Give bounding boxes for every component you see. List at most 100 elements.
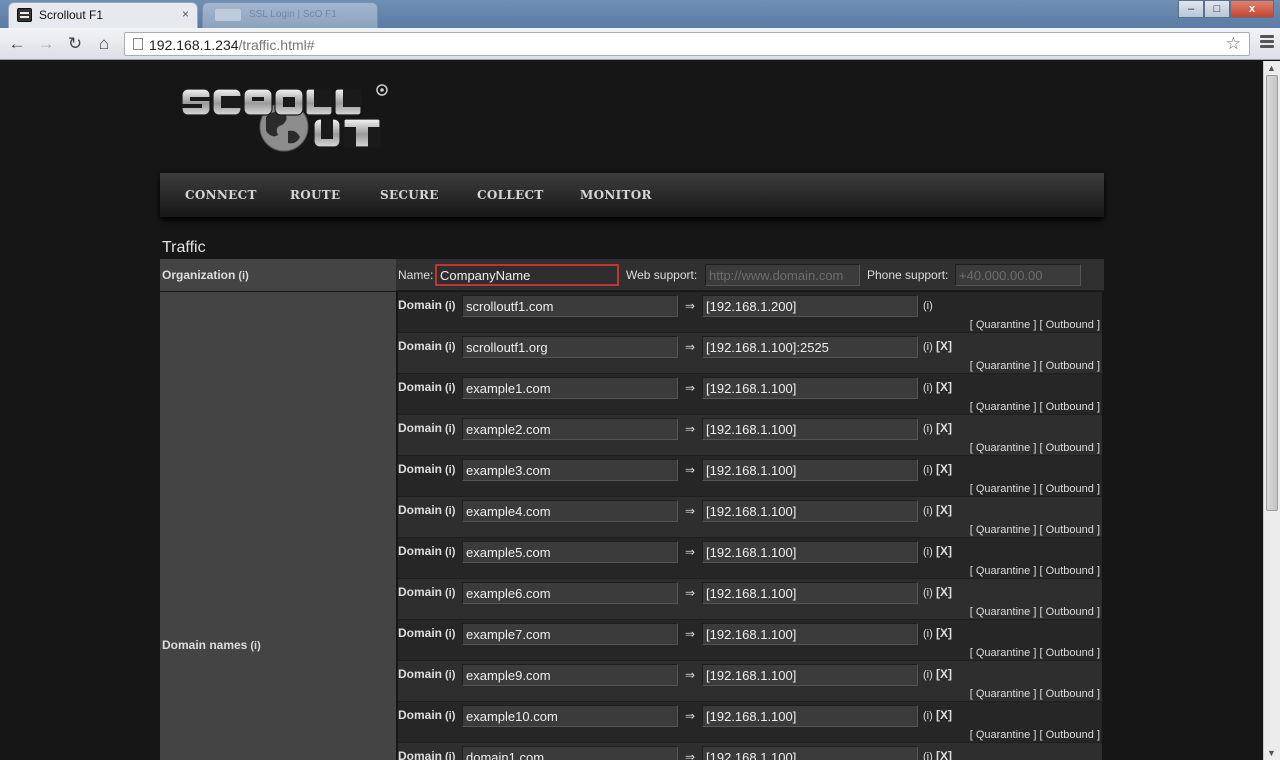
outbound-link[interactable]: [ Outbound ] [1039,360,1100,372]
phone-support-input[interactable] [955,264,1081,286]
delete-domain-button[interactable]: [X] [936,708,952,722]
domain-info-icon[interactable]: (i) [445,464,455,476]
outbound-link[interactable]: [ Outbound ] [1039,319,1100,331]
domain-name-input[interactable] [462,623,678,645]
web-support-input[interactable] [705,264,860,286]
target-info-icon[interactable]: (i) [923,587,933,599]
nav-secure[interactable]: SECURE [380,188,439,202]
close-window-button[interactable]: x [1230,0,1274,18]
domain-name-input[interactable] [462,746,678,760]
domain-info-icon[interactable]: (i) [445,546,455,558]
target-info-icon[interactable]: (i) [923,751,933,760]
forward-arrow-icon[interactable]: → [35,33,57,55]
outbound-link[interactable]: [ Outbound ] [1039,483,1100,495]
outbound-link[interactable]: [ Outbound ] [1039,606,1100,618]
chrome-menu-icon[interactable] [1260,35,1274,50]
domain-target-input[interactable] [702,336,918,358]
domain-info-icon[interactable]: (i) [445,423,455,435]
domain-info-icon[interactable]: (i) [445,505,455,517]
tab-background[interactable]: SSL Login | ScO F1 [202,2,378,28]
domain-target-input[interactable] [702,459,918,481]
domain-name-input[interactable] [462,705,678,727]
vertical-scrollbar[interactable]: ▲ ▼ [1263,61,1280,760]
domain-info-icon[interactable]: (i) [445,710,455,722]
quarantine-link[interactable]: [ Quarantine ] [970,565,1037,577]
delete-domain-button[interactable]: [X] [936,503,952,517]
target-info-icon[interactable]: (i) [923,382,933,394]
address-bar[interactable]: 192.168.1.234/traffic.html# ☆ [124,32,1250,56]
domain-target-input[interactable] [702,500,918,522]
bookmark-star-icon[interactable]: ☆ [1226,34,1241,54]
delete-domain-button[interactable]: [X] [936,626,952,640]
domain-target-input[interactable] [702,541,918,563]
domain-name-input[interactable] [462,664,678,686]
company-name-input[interactable] [435,264,619,286]
target-info-icon[interactable]: (i) [923,546,933,558]
scroll-down-icon[interactable]: ▼ [1267,748,1276,758]
delete-domain-button[interactable]: [X] [936,462,952,476]
nav-route[interactable]: ROUTE [290,188,340,202]
scroll-up-icon[interactable]: ▲ [1267,63,1276,73]
domain-info-icon[interactable]: (i) [445,669,455,681]
domain-name-input[interactable] [462,541,678,563]
outbound-link[interactable]: [ Outbound ] [1039,565,1100,577]
domain-info-icon[interactable]: (i) [445,341,455,353]
outbound-link[interactable]: [ Outbound ] [1039,401,1100,413]
domain-name-input[interactable] [462,459,678,481]
delete-domain-button[interactable]: [X] [936,749,952,760]
domain-target-input[interactable] [702,377,918,399]
reload-icon[interactable]: ↻ [64,33,86,55]
outbound-link[interactable]: [ Outbound ] [1039,524,1100,536]
target-info-icon[interactable]: (i) [923,423,933,435]
domain-target-input[interactable] [702,705,918,727]
minimize-button[interactable]: – [1178,0,1204,18]
quarantine-link[interactable]: [ Quarantine ] [970,729,1037,741]
target-info-icon[interactable]: (i) [923,669,933,681]
quarantine-link[interactable]: [ Quarantine ] [970,524,1037,536]
domain-info-icon[interactable]: (i) [445,382,455,394]
back-arrow-icon[interactable]: ← [6,33,28,55]
delete-domain-button[interactable]: [X] [936,380,952,394]
domain-names-info-icon[interactable]: (i) [250,640,260,652]
domain-info-icon[interactable]: (i) [445,751,455,760]
quarantine-link[interactable]: [ Quarantine ] [970,483,1037,495]
domain-target-input[interactable] [702,623,918,645]
outbound-link[interactable]: [ Outbound ] [1039,442,1100,454]
nav-monitor[interactable]: MONITOR [580,188,652,202]
organization-info-icon[interactable]: (i) [238,270,248,282]
delete-domain-button[interactable]: [X] [936,421,952,435]
domain-target-input[interactable] [702,746,918,760]
domain-info-icon[interactable]: (i) [445,628,455,640]
outbound-link[interactable]: [ Outbound ] [1039,729,1100,741]
domain-info-icon[interactable]: (i) [445,587,455,599]
domain-name-input[interactable] [462,418,678,440]
outbound-link[interactable]: [ Outbound ] [1039,647,1100,659]
target-info-icon[interactable]: (i) [923,505,933,517]
nav-collect[interactable]: COLLECT [477,188,544,202]
maximize-button[interactable]: □ [1204,0,1230,18]
domain-name-input[interactable] [462,377,678,399]
quarantine-link[interactable]: [ Quarantine ] [970,401,1037,413]
target-info-icon[interactable]: (i) [923,628,933,640]
domain-name-input[interactable] [462,582,678,604]
quarantine-link[interactable]: [ Quarantine ] [970,360,1037,372]
domain-target-input[interactable] [702,664,918,686]
domain-target-input[interactable] [702,418,918,440]
delete-domain-button[interactable]: [X] [936,667,952,681]
delete-domain-button[interactable]: [X] [936,585,952,599]
quarantine-link[interactable]: [ Quarantine ] [970,319,1037,331]
tab-scrollout[interactable]: Scrollout F1 × [8,2,198,28]
tab-close-icon[interactable]: × [182,7,189,21]
delete-domain-button[interactable]: [X] [936,544,952,558]
quarantine-link[interactable]: [ Quarantine ] [970,688,1037,700]
quarantine-link[interactable]: [ Quarantine ] [970,442,1037,454]
quarantine-link[interactable]: [ Quarantine ] [970,606,1037,618]
domain-target-input[interactable] [702,582,918,604]
domain-name-input[interactable] [462,336,678,358]
target-info-icon[interactable]: (i) [923,464,933,476]
domain-info-icon[interactable]: (i) [445,300,455,312]
target-info-icon[interactable]: (i) [923,710,933,722]
home-icon[interactable]: ⌂ [93,33,115,55]
domain-target-input[interactable] [702,295,918,317]
delete-domain-button[interactable]: [X] [936,339,952,353]
